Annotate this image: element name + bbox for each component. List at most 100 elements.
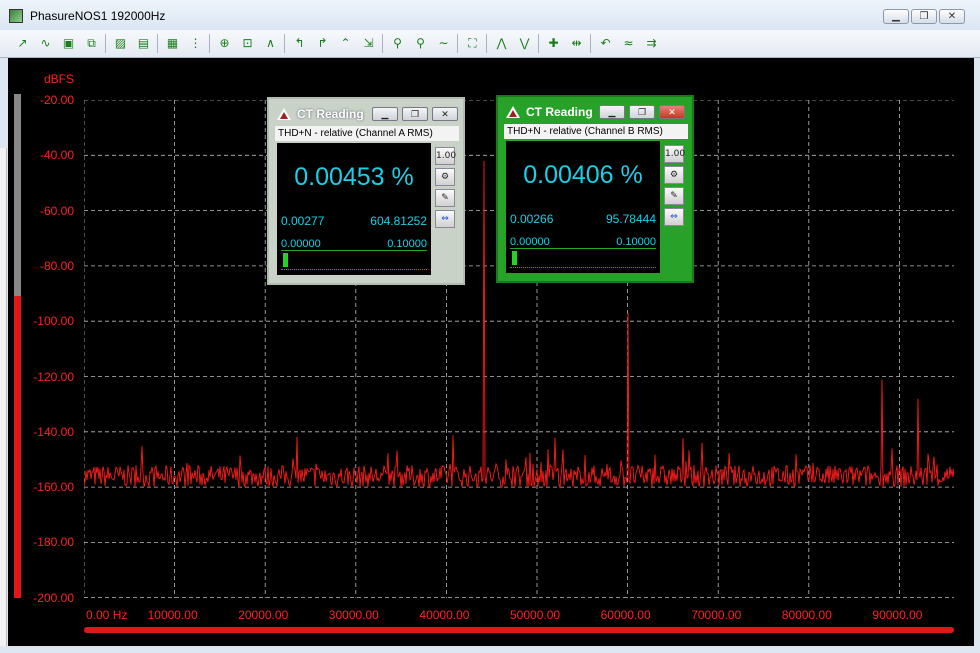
restore-button[interactable]: ❐ [402, 107, 428, 121]
y-axis-unit: dBFS [44, 72, 75, 86]
copy-icon[interactable]: ⧉ [82, 34, 101, 52]
window-titlebar[interactable]: PhasureNOS1 192000Hz ▁ ❐ ✕ [0, 0, 980, 31]
table-icon[interactable]: ▤ [134, 34, 153, 52]
sine-icon[interactable]: ∼ [434, 34, 453, 52]
cursor-next-icon[interactable]: ⇲ [359, 34, 378, 52]
x-tick-label: 30000.00 [328, 608, 379, 622]
minimize-button[interactable]: ▁ [883, 9, 909, 24]
minimize-button[interactable]: ▁ [599, 105, 625, 119]
horizontal-scrollbar[interactable] [84, 627, 954, 633]
ct-measurement-label: THD+N - relative (Channel B RMS) [504, 124, 688, 139]
ct-scale-button[interactable]: 1.00 [435, 147, 456, 165]
x-tick-label: 0.00 Hz [86, 608, 128, 622]
y-tick-label: -140.00 [33, 424, 74, 439]
close-button[interactable]: ✕ [939, 9, 965, 24]
fit-icon[interactable]: ⛶ [463, 34, 482, 52]
close-button[interactable]: ✕ [659, 105, 685, 119]
close-button[interactable]: ✕ [432, 107, 458, 121]
graph-icon[interactable]: ▨ [111, 34, 130, 52]
ct-measurement-label: THD+N - relative (Channel A RMS) [275, 126, 459, 141]
ct-scale-marker [283, 253, 288, 267]
toolbar-separator [457, 34, 458, 53]
ct-swap-button[interactable]: ⇔ [435, 210, 455, 228]
toolbar-separator [209, 34, 210, 53]
cursor-left-icon[interactable]: ↰ [290, 34, 309, 52]
zoom-fit-icon[interactable]: ⊕ [215, 34, 234, 52]
cursor-peak-icon[interactable]: ⌃ [336, 34, 355, 52]
minimize-button[interactable]: ▁ [372, 107, 398, 121]
calendar-icon[interactable]: ▦ [163, 34, 182, 52]
ct-range-max: 0.10000 [616, 236, 656, 248]
waveform-icon[interactable]: ∧ [261, 34, 280, 52]
ct-swap-button[interactable]: ⇔ [664, 208, 684, 226]
x-tick-label: 90000.00 [872, 608, 923, 622]
x-tick-label: 20000.00 [238, 608, 289, 622]
ct-scale-button[interactable]: 1.00 [664, 145, 685, 163]
ct-settings-button[interactable]: ⚙ [435, 168, 455, 186]
warning-triangle-icon [506, 106, 520, 118]
marker-down-icon[interactable]: ⋁ [515, 34, 534, 52]
ct-range-max: 0.10000 [387, 238, 427, 250]
sine-red-icon[interactable]: ≈ [619, 34, 638, 52]
ct-scale-bar [510, 248, 656, 268]
ct-range-min: 0.00000 [281, 238, 321, 250]
search-minus-icon[interactable]: ⚲ [411, 34, 430, 52]
zoom-region-icon[interactable]: ⊡ [238, 34, 257, 52]
app-icon [9, 9, 23, 23]
x-tick-label: 50000.00 [510, 608, 561, 622]
toolbar-separator [382, 34, 383, 53]
window-title: PhasureNOS1 192000Hz [30, 9, 166, 23]
ct-main-value: 0.00453 % [294, 163, 414, 191]
toolbar: ↗ ∿ ▣ ⧉ ▨ ▤ ▦ ⋮ ⊕ ⊡ ∧ ↰ ↱ ⌃ ⇲ ⚲ ⚲ ∼ ⛶ ⋀ ⋁ ✚ ⇹ ↶ ≈ ⇉ [0, 30, 980, 58]
move-icon[interactable]: ⇹ [567, 34, 586, 52]
list-icon[interactable]: ⋮ [186, 34, 205, 52]
snap-icon[interactable]: ⇉ [642, 34, 661, 52]
ct-title: CT Reading [297, 107, 364, 121]
ct-title: CT Reading [526, 105, 593, 119]
side-panel-edge [0, 148, 7, 653]
y-tick-label: -80.00 [39, 258, 74, 273]
y-tick-label: -40.00 [39, 148, 74, 163]
ct-scale-bar [281, 250, 427, 270]
ct-scale-marker [512, 251, 517, 265]
ct-right-value: 604.81252 [370, 214, 427, 228]
ct-edit-button[interactable]: ✎ [664, 187, 684, 205]
restore-button[interactable]: ❐ [911, 9, 937, 24]
y-tick-label: -60.00 [39, 203, 74, 218]
zoom-out-y-icon[interactable]: ∿ [36, 34, 55, 52]
ct-edit-button[interactable]: ✎ [435, 189, 455, 207]
y-tick-label: -200.00 [33, 590, 74, 605]
level-meter [14, 94, 21, 598]
y-tick-label: -120.00 [33, 369, 74, 384]
ct-main-value: 0.00406 % [523, 161, 643, 189]
search-plus-icon[interactable]: ⚲ [388, 34, 407, 52]
ct-left-value: 0.00266 [510, 212, 554, 226]
ct-display: 0.00453 % 0.00277 604.81252 0.00000 0.10… [277, 143, 431, 275]
y-tick-label: -160.00 [33, 480, 74, 495]
x-tick-label: 10000.00 [147, 608, 198, 622]
toolbar-separator [284, 34, 285, 53]
restore-button[interactable]: ❐ [629, 105, 655, 119]
ct-display: 0.00406 % 0.00266 95.78444 0.00000 0.100… [506, 141, 660, 273]
add-marker-icon[interactable]: ✚ [544, 34, 563, 52]
cursor-right-icon[interactable]: ↱ [313, 34, 332, 52]
toolbar-separator [538, 34, 539, 53]
ct-right-value: 95.78444 [605, 212, 656, 226]
y-tick-label: -100.00 [33, 314, 74, 329]
status-strip [0, 646, 980, 653]
toolbar-separator [105, 34, 106, 53]
save-icon[interactable]: ▣ [59, 34, 78, 52]
y-tick-label: -180.00 [33, 535, 74, 550]
x-tick-label: 60000.00 [600, 608, 651, 622]
ct-left-value: 0.00277 [281, 214, 325, 228]
toolbar-separator [590, 34, 591, 53]
zoom-in-y-icon[interactable]: ↗ [13, 34, 32, 52]
undo-icon[interactable]: ↶ [596, 34, 615, 52]
ct-settings-button[interactable]: ⚙ [664, 166, 684, 184]
marker-up-icon[interactable]: ⋀ [492, 34, 511, 52]
level-meter-fill [14, 295, 21, 598]
ct-reading-panel-a[interactable]: CT Reading ▁ ❐ ✕ THD+N - relative (Chann… [267, 97, 465, 285]
ct-reading-panel-b[interactable]: CT Reading ▁ ❐ ✕ THD+N - relative (Chann… [496, 95, 694, 283]
warning-triangle-icon [277, 108, 291, 120]
x-tick-label: 70000.00 [691, 608, 742, 622]
